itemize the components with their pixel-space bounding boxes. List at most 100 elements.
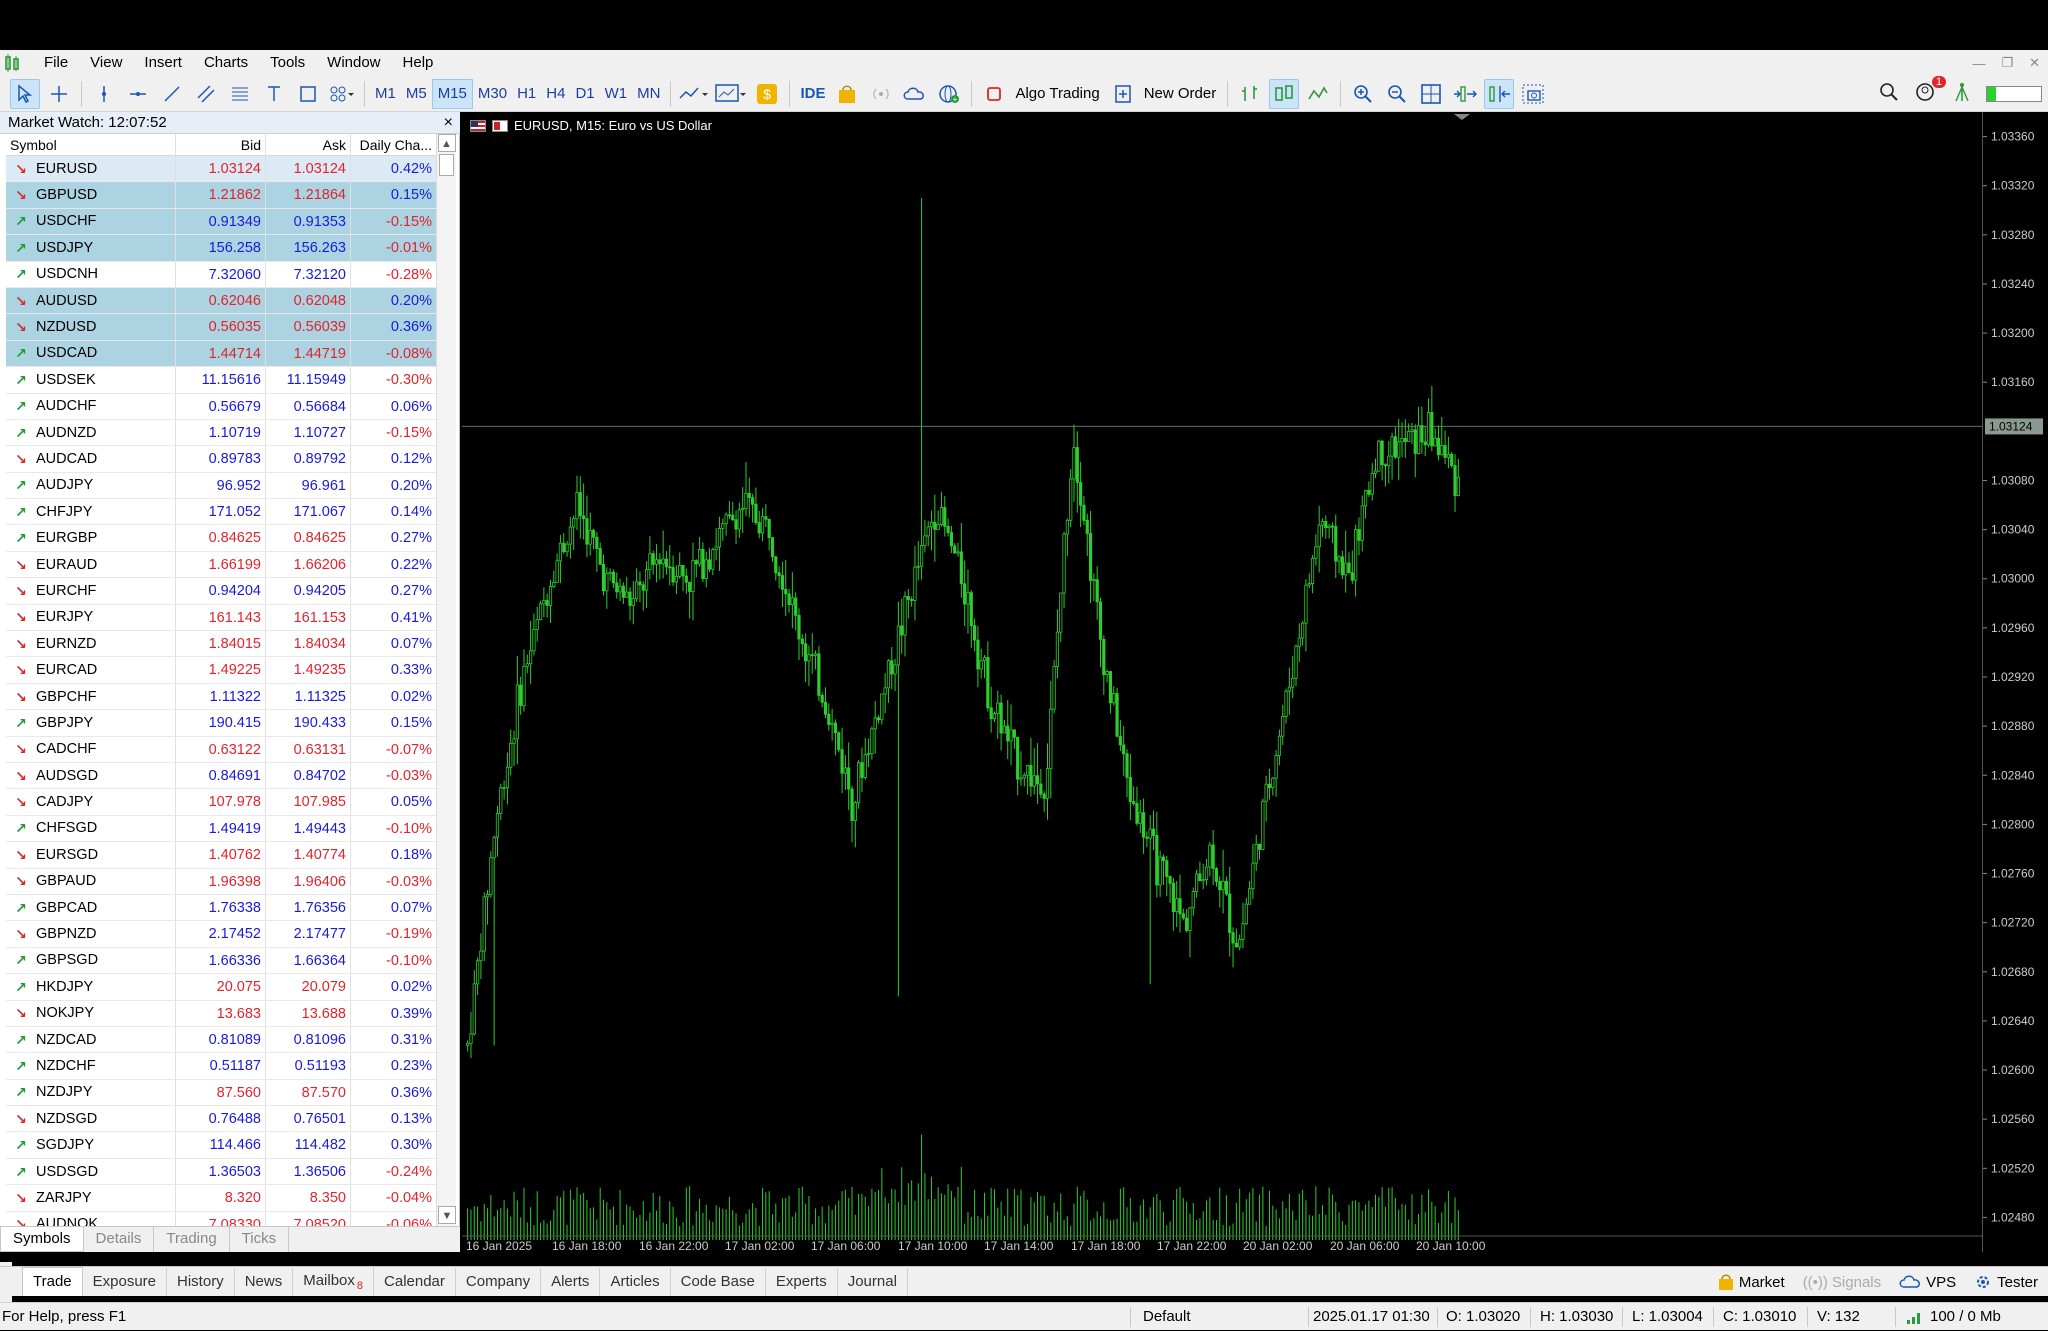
shapes-icon[interactable] [293, 79, 323, 109]
tab-journal[interactable]: Journal [838, 1267, 908, 1296]
market-watch-row[interactable]: ↘ NZDUSD 0.56035 0.56039 0.36% [6, 314, 436, 341]
market-link[interactable]: Market [1718, 1273, 1785, 1291]
market-watch-row[interactable]: ↘ GBPAUD 1.96398 1.96406 -0.03% [6, 868, 436, 895]
tab-trading[interactable]: Trading [154, 1227, 230, 1252]
indicators-icon[interactable] [678, 79, 710, 109]
market-watch-row[interactable]: ↗ AUDCHF 0.56679 0.56684 0.06% [6, 393, 436, 420]
timeframe-h4[interactable]: H4 [541, 79, 570, 109]
market-watch-row[interactable]: ↗ NZDCHF 0.51187 0.51193 0.23% [6, 1053, 436, 1080]
close-icon[interactable]: ✕ [2029, 55, 2040, 71]
market-watch-row[interactable]: ↘ EURUSD 1.03124 1.03124 0.42% [6, 156, 436, 183]
scroll-down-icon[interactable]: ▼ [438, 1206, 456, 1224]
channel-icon[interactable] [191, 79, 221, 109]
candlestick-chart-icon[interactable] [1269, 78, 1300, 109]
cursor-icon[interactable] [10, 78, 40, 109]
timeframe-m1[interactable]: M1 [370, 79, 401, 109]
market-watch-scrollbar[interactable]: ▲ ▼ [436, 134, 456, 1226]
timeframe-m15[interactable]: M15 [431, 78, 473, 109]
market-watch-close-icon[interactable]: × [444, 112, 453, 134]
market-watch-row[interactable]: ↘ AUDCAD 0.89783 0.89792 0.12% [6, 446, 436, 473]
market-watch-row[interactable]: ↘ EURNZD 1.84015 1.84034 0.07% [6, 631, 436, 658]
market-watch-row[interactable]: ↘ CADJPY 107.978 107.985 0.05% [6, 789, 436, 816]
ide-button[interactable]: IDE [795, 79, 830, 109]
status-profile[interactable]: Default [1143, 1303, 1191, 1331]
algo-trading-button[interactable]: Algo Trading [1015, 85, 1099, 102]
tab-ticks[interactable]: Ticks [230, 1227, 290, 1252]
minimize-icon[interactable]: — [1972, 56, 1985, 71]
market-watch-row[interactable]: ↘ NZDSGD 0.76488 0.76501 0.13% [6, 1106, 436, 1133]
new-order-icon[interactable] [1108, 79, 1138, 109]
tab-alerts[interactable]: Alerts [541, 1267, 601, 1296]
tab-history[interactable]: History [167, 1267, 235, 1296]
market-watch-row[interactable]: ↘ GBPCHF 1.11322 1.11325 0.02% [6, 683, 436, 711]
market-watch-row[interactable]: ↗ AUDJPY 96.952 96.961 0.20% [6, 472, 436, 500]
market-watch-row[interactable]: ↘ EURAUD 1.66199 1.66206 0.22% [6, 551, 436, 579]
timeframe-d1[interactable]: D1 [570, 79, 599, 109]
account-notifications[interactable]: 1 [1914, 76, 1946, 108]
market-watch-row[interactable]: ↗ USDCNH 7.32060 7.32120 -0.28% [6, 261, 436, 288]
col-symbol[interactable]: Symbol [6, 134, 176, 155]
restore-icon[interactable]: ❐ [2001, 55, 2013, 71]
tab-experts[interactable]: Experts [766, 1267, 838, 1296]
menu-tools[interactable]: Tools [258, 50, 315, 76]
tab-code-base[interactable]: Code Base [671, 1267, 766, 1296]
tab-symbols[interactable]: Symbols [0, 1227, 84, 1252]
tab-news[interactable]: News [235, 1267, 294, 1296]
market-watch-row[interactable]: ↘ AUDSGD 0.84691 0.84702 -0.03% [6, 762, 436, 790]
market-watch-row[interactable]: ↘ NOKJPY 13.683 13.688 0.39% [6, 1000, 436, 1027]
tab-details[interactable]: Details [84, 1227, 155, 1252]
market-watch-row[interactable]: ↘ AUDUSD 0.62046 0.62048 0.20% [6, 287, 436, 315]
timeframe-m30[interactable]: M30 [473, 79, 512, 109]
menu-file[interactable]: File [32, 50, 78, 76]
menu-charts[interactable]: Charts [192, 50, 258, 76]
fibonacci-icon[interactable] [225, 79, 255, 109]
scroll-up-icon[interactable]: ▲ [437, 134, 456, 152]
timeframe-h1[interactable]: H1 [512, 79, 541, 109]
objects-dropdown-icon[interactable] [327, 79, 357, 109]
tile-windows-icon[interactable] [1416, 79, 1446, 109]
trendline-icon[interactable] [157, 79, 187, 109]
vertical-line-icon[interactable] [89, 79, 119, 109]
market-watch-row[interactable]: ↘ EURCHF 0.94204 0.94205 0.27% [6, 578, 436, 605]
shopping-bag-icon[interactable] [832, 79, 862, 109]
globe-add-icon[interactable]: + [934, 79, 964, 109]
market-watch-row[interactable]: ↗ CHFJPY 171.052 171.067 0.14% [6, 499, 436, 526]
tab-articles[interactable]: Articles [600, 1267, 671, 1296]
templates-icon[interactable] [714, 79, 748, 109]
menu-window[interactable]: Window [315, 50, 390, 76]
market-watch-row[interactable]: ↗ GBPJPY 190.415 190.433 0.15% [6, 710, 436, 737]
market-watch-row[interactable]: ↘ EURCAD 1.49225 1.49235 0.33% [6, 657, 436, 684]
market-watch-row[interactable]: ↗ GBPCAD 1.76338 1.76356 0.07% [6, 894, 436, 922]
zoom-in-icon[interactable] [1348, 79, 1378, 109]
market-watch-row[interactable]: ↗ NZDCAD 0.81089 0.81096 0.31% [6, 1026, 436, 1054]
bar-chart-icon[interactable] [1235, 79, 1265, 109]
vps-link[interactable]: VPS [1899, 1274, 1956, 1291]
market-watch-row[interactable]: ↘ GBPUSD 1.21862 1.21864 0.15% [6, 182, 436, 209]
text-tool-icon[interactable] [259, 79, 289, 109]
signal-broadcast-icon[interactable] [866, 79, 896, 109]
line-chart-icon[interactable] [1303, 79, 1333, 109]
signals-link[interactable]: ((•)) Signals [1803, 1274, 1881, 1291]
search-icon[interactable] [1878, 81, 1900, 107]
market-watch-row[interactable]: ↗ GBPSGD 1.66336 1.66364 -0.10% [6, 947, 436, 975]
price-axis[interactable]: 1.03360 1.03320 1.03280 1.03240 1.03200 1.031… [1982, 112, 2048, 1252]
algo-trading-stop-icon[interactable] [979, 79, 1009, 109]
scroll-thumb[interactable] [439, 154, 454, 176]
timeframe-m5[interactable]: M5 [401, 79, 432, 109]
status-connection[interactable]: 100 / 0 Mb [1906, 1303, 2001, 1331]
chart-shift-icon[interactable] [1484, 78, 1515, 109]
zoom-out-icon[interactable] [1382, 79, 1412, 109]
market-watch-row[interactable]: ↘ EURSGD 1.40762 1.40774 0.18% [6, 842, 436, 869]
col-daily-change[interactable]: Daily Cha... [351, 134, 436, 155]
market-watch-row[interactable]: ↗ USDJPY 156.258 156.263 -0.01% [6, 235, 436, 262]
menu-view[interactable]: View [78, 50, 132, 76]
menu-help[interactable]: Help [391, 50, 444, 76]
tab-mailbox[interactable]: Mailbox 8 [293, 1267, 375, 1296]
crosshair-icon[interactable] [44, 79, 74, 109]
menu-insert[interactable]: Insert [132, 50, 192, 76]
tab-exposure[interactable]: Exposure [83, 1267, 168, 1296]
timeframe-w1[interactable]: W1 [600, 79, 633, 109]
chart-area[interactable]: 16 Jan 2025 16 Jan 18:00 16 Jan 22:00 17 Ja… [462, 112, 1982, 1252]
market-watch-row[interactable]: ↗ USDSEK 11.15616 11.15949 -0.30% [6, 367, 436, 394]
market-dollar-icon[interactable]: $ [752, 79, 782, 109]
